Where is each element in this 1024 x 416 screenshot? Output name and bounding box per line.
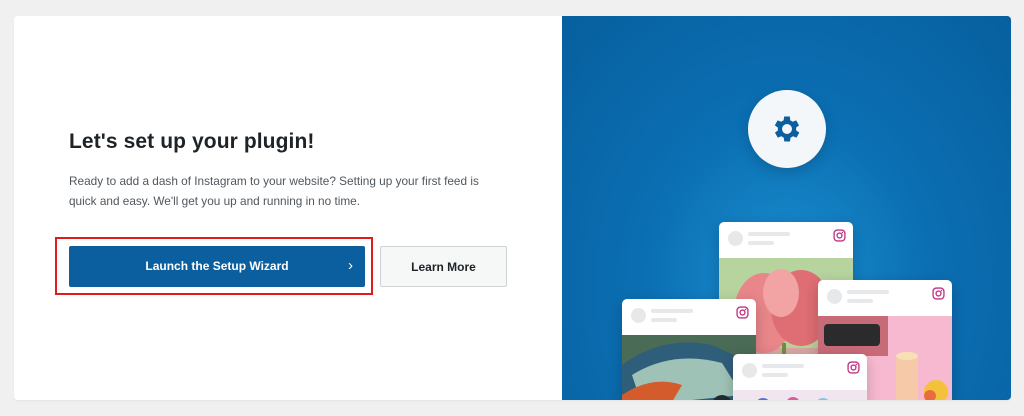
meta-placeholder <box>748 241 774 245</box>
username-placeholder <box>847 290 889 294</box>
setup-description: Ready to add a dash of Instagram to your… <box>69 174 479 208</box>
username-placeholder <box>651 309 693 313</box>
instagram-icon <box>932 287 945 300</box>
username-placeholder <box>762 364 804 368</box>
instagram-icon <box>736 306 749 319</box>
avatar <box>827 289 842 304</box>
setup-intro-panel: Let's set up your plugin! Ready to add a… <box>14 16 562 400</box>
avatar <box>742 363 757 378</box>
meta-placeholder <box>762 373 788 377</box>
setup-card: Let's set up your plugin! Ready to add a… <box>14 16 1011 400</box>
instagram-post-card <box>733 354 867 400</box>
learn-more-button[interactable]: Learn More <box>380 246 507 287</box>
avatar <box>631 308 646 323</box>
meta-placeholder <box>651 318 677 322</box>
launch-setup-wizard-button[interactable]: Launch the Setup Wizard › <box>69 246 365 287</box>
meta-placeholder <box>847 299 873 303</box>
post-photo <box>733 390 867 400</box>
username-placeholder <box>748 232 790 236</box>
gear-icon <box>774 116 800 142</box>
page-title: Let's set up your plugin! <box>69 130 315 153</box>
avatar <box>728 231 743 246</box>
chevron-right-icon: › <box>348 257 353 274</box>
launch-setup-wizard-label: Launch the Setup Wizard <box>145 259 289 273</box>
illustration-panel <box>562 16 1011 400</box>
instagram-icon <box>847 361 860 374</box>
instagram-icon <box>833 229 846 242</box>
gear-badge <box>748 90 826 168</box>
